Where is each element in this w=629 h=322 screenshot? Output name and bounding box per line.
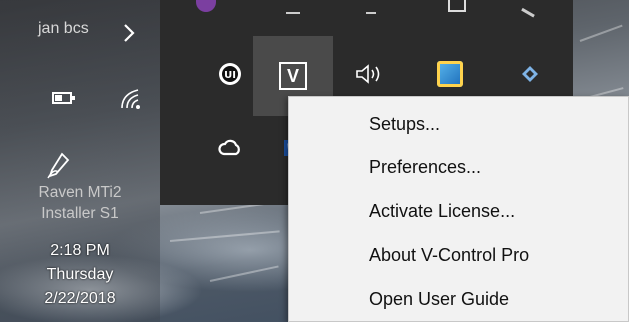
network-app-icon[interactable] [432,56,468,92]
clock-day[interactable]: Thursday [0,266,160,284]
context-menu: Setups... Preferences... Activate Licens… [288,96,629,322]
menu-item-activate-license[interactable]: Activate License... [289,193,629,229]
app-icon-partial[interactable] [196,0,216,12]
app-line: Installer S1 [41,205,119,222]
app-icon-partial[interactable] [286,0,300,14]
app-icon-partial[interactable] [366,0,376,14]
clock-time[interactable]: 2:18 PM [0,242,160,260]
creative-cloud-icon[interactable] [212,130,248,166]
wifi-icon[interactable] [118,86,144,112]
user-name: jan bcs [38,20,89,37]
speaker-volume-icon[interactable] [352,56,388,92]
wallpaper-streak [209,265,279,282]
wallpaper-streak [169,230,280,242]
menu-item-preferences[interactable]: Preferences... [289,149,629,185]
svg-text:UI: UI [224,70,236,81]
desktop-app-label: Raven MTi2 Installer S1 [0,182,160,224]
taskbar: jan bcs Raven MTi2 Installer S1 2:18 PM … [0,0,160,322]
battery-icon[interactable] [52,92,75,104]
menu-item-setups[interactable]: Setups... [289,106,629,142]
app-line: Raven MTi2 [38,184,122,201]
app-icon-partial[interactable] [448,0,466,12]
menu-item-about[interactable]: About V-Control Pro [289,237,629,273]
menu-item-open-user-guide[interactable]: Open User Guide [289,281,629,317]
wallpaper-streak [579,24,623,42]
diamond-app-icon[interactable] [512,56,548,92]
app-icon-partial[interactable] [521,0,541,18]
pen-icon[interactable] [44,150,74,180]
clock-date[interactable]: 2/22/2018 [0,290,160,308]
v-control-pro-letter: V [279,62,307,90]
chevron-right-icon[interactable] [118,20,140,46]
uad-meterbridge-icon[interactable]: UI [212,56,248,92]
